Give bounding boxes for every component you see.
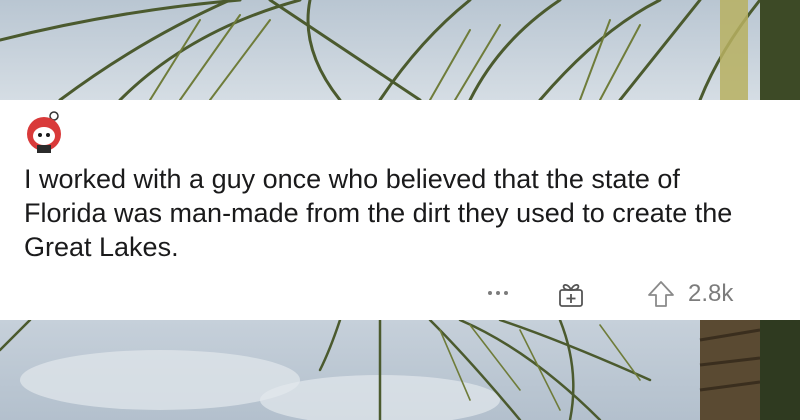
upvote-button[interactable] [644,277,678,311]
comment-actions: 2.8k [0,276,800,312]
ellipsis-icon [488,291,508,295]
gift-icon [559,283,583,307]
vote-control: 2.8k [644,276,733,312]
user-avatar[interactable] [24,110,64,154]
comment-card: I worked with a guy once who believed th… [0,100,800,320]
background-photo-top [0,0,800,100]
upvote-arrow-icon [648,281,674,307]
more-options-button[interactable] [480,278,516,308]
vote-score: 2.8k [688,280,734,307]
award-button[interactable] [552,276,590,312]
comment-text: I worked with a guy once who believed th… [24,164,733,262]
background-photo-bottom [0,320,800,420]
snoo-avatar-icon [27,111,61,153]
